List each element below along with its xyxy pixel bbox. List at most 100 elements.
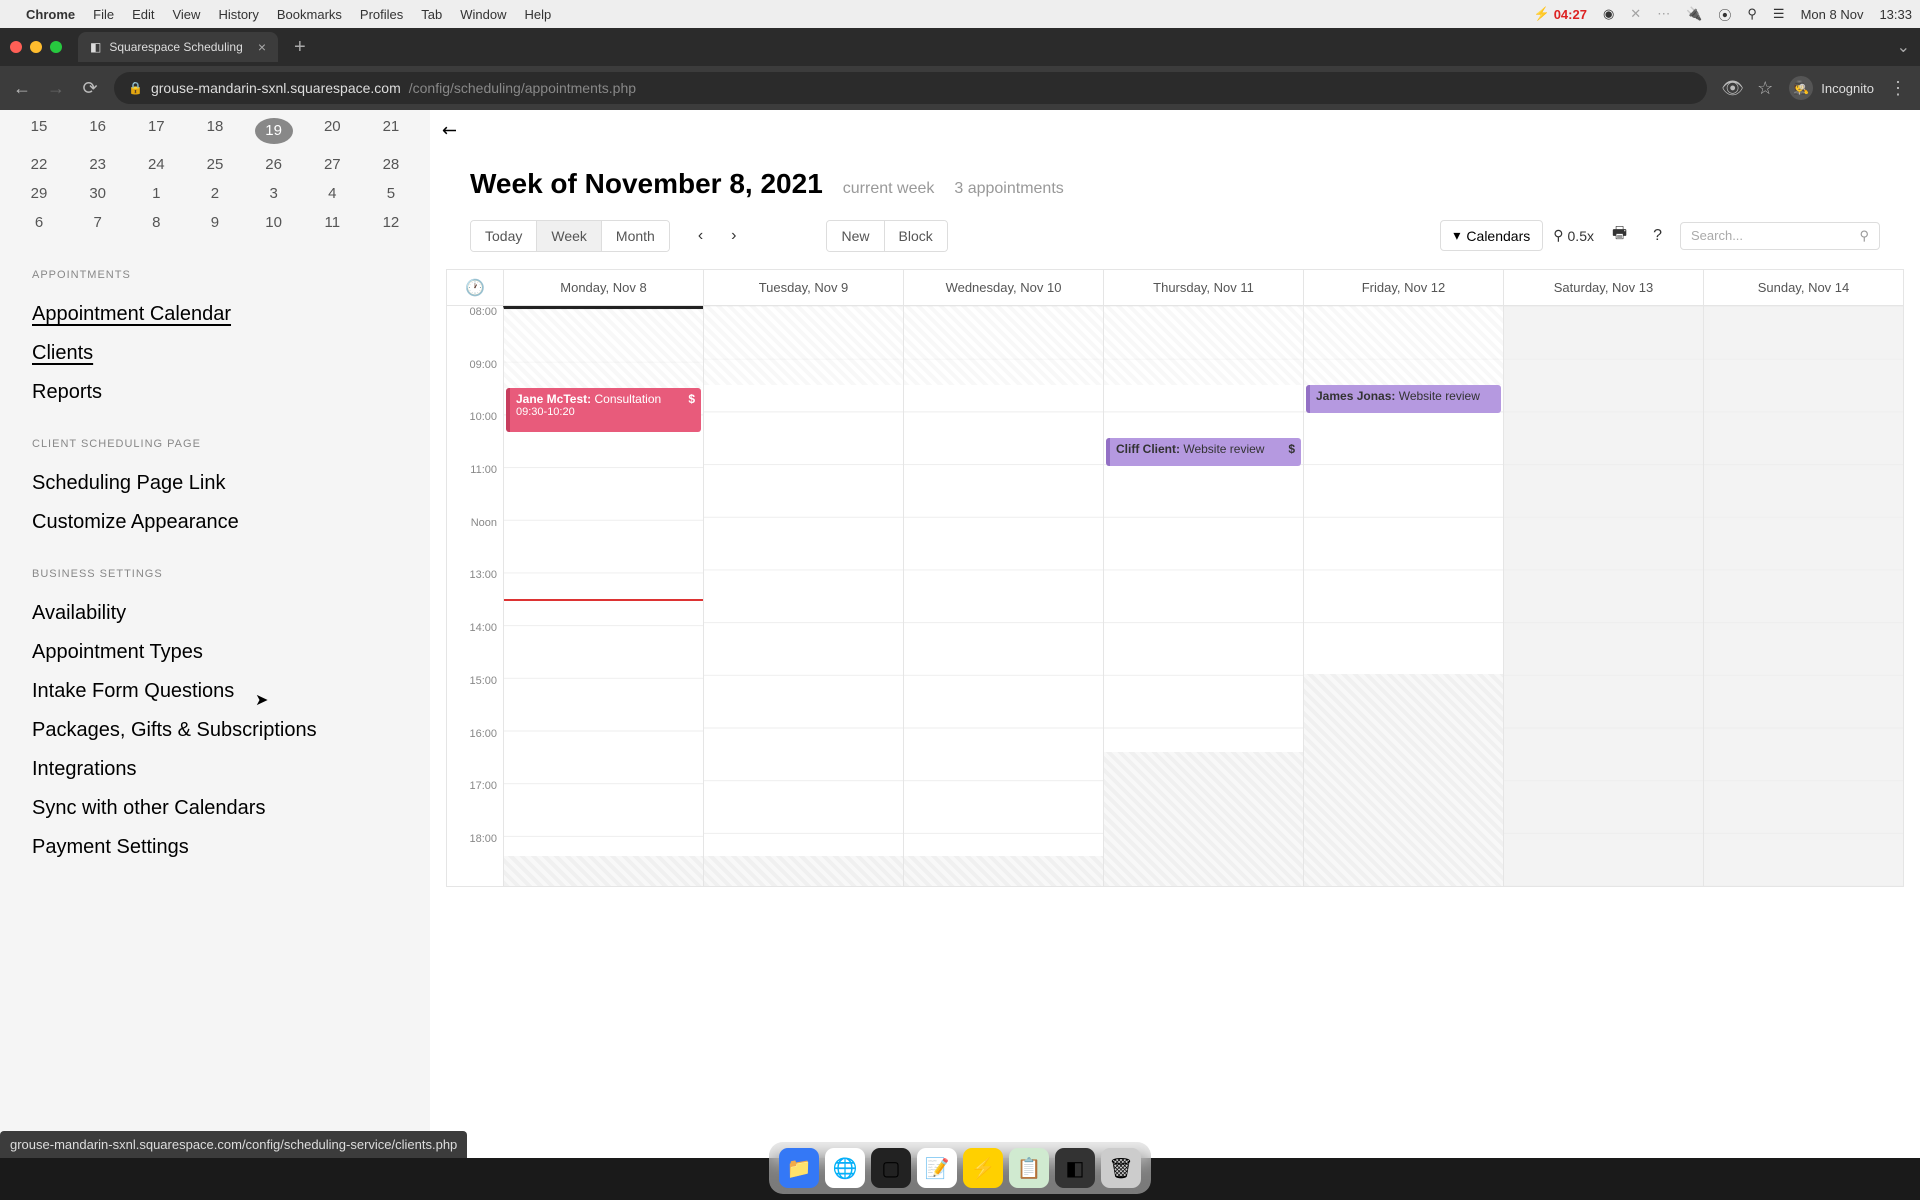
dock-finder[interactable]: 📁 bbox=[779, 1148, 819, 1188]
new-button[interactable]: New bbox=[827, 221, 884, 251]
day-column[interactable]: Jane McTest: Consultation$09:30-10:20 bbox=[503, 306, 703, 886]
wifi-icon[interactable]: ⦿ bbox=[1718, 5, 1731, 24]
menu-history[interactable]: History bbox=[218, 7, 258, 22]
mini-cal-day[interactable]: 30 bbox=[79, 185, 117, 202]
calendar-event[interactable]: James Jonas: Website review bbox=[1306, 385, 1501, 413]
zoom-control[interactable]: ⚲ 0.5x bbox=[1553, 227, 1594, 244]
reload-button[interactable]: ⟳ bbox=[80, 78, 100, 99]
sidebar-item[interactable]: Packages, Gifts & Subscriptions bbox=[0, 711, 430, 750]
mini-cal-day[interactable]: 15 bbox=[20, 118, 58, 144]
dock-notes[interactable]: 📝 bbox=[917, 1148, 957, 1188]
mini-cal-day[interactable]: 5 bbox=[372, 185, 410, 202]
day-column[interactable] bbox=[1503, 306, 1703, 886]
status-icon-1[interactable]: ◉ bbox=[1603, 6, 1614, 22]
mini-cal-day[interactable]: 29 bbox=[20, 185, 58, 202]
mini-cal-day[interactable]: 28 bbox=[372, 156, 410, 173]
new-tab-button[interactable]: + bbox=[286, 36, 314, 59]
mini-cal-day[interactable]: 22 bbox=[20, 156, 58, 173]
status-icon-3[interactable]: ⋯ bbox=[1657, 6, 1670, 22]
dock-terminal[interactable]: ▢ bbox=[871, 1148, 911, 1188]
day-column[interactable] bbox=[903, 306, 1103, 886]
dock-app-1[interactable]: ⚡ bbox=[963, 1148, 1003, 1188]
menubar-clock[interactable]: 13:33 bbox=[1879, 7, 1912, 22]
mini-cal-day[interactable]: 19 bbox=[255, 118, 293, 144]
control-center-icon[interactable]: ☰ bbox=[1773, 6, 1785, 22]
sidebar-item[interactable]: Availability bbox=[0, 594, 430, 633]
browser-tab[interactable]: ◧ Squarespace Scheduling × bbox=[78, 32, 278, 62]
sidebar-item[interactable]: Customize Appearance bbox=[0, 503, 430, 542]
mini-cal-day[interactable]: 2 bbox=[196, 185, 234, 202]
dock-trash[interactable]: 🗑 bbox=[1101, 1148, 1141, 1188]
help-icon[interactable]: ? bbox=[1645, 223, 1670, 249]
mini-cal-day[interactable]: 25 bbox=[196, 156, 234, 173]
mini-cal-day[interactable]: 21 bbox=[372, 118, 410, 144]
print-icon[interactable]: 🖶 bbox=[1604, 218, 1635, 253]
menu-bookmarks[interactable]: Bookmarks bbox=[277, 7, 342, 22]
mini-cal-day[interactable]: 1 bbox=[137, 185, 175, 202]
window-maximize[interactable] bbox=[50, 41, 62, 53]
today-button[interactable]: Today bbox=[471, 221, 537, 251]
mini-cal-day[interactable]: 17 bbox=[137, 118, 175, 144]
calendar-event[interactable]: Cliff Client: Website review$ bbox=[1106, 438, 1301, 466]
tabs-chevron-icon[interactable]: ⌄ bbox=[1897, 37, 1910, 57]
dock-app-3[interactable]: ◧ bbox=[1055, 1148, 1095, 1188]
star-icon[interactable]: ☆ bbox=[1755, 78, 1775, 99]
sidebar-item[interactable]: Intake Form Questions bbox=[0, 672, 430, 711]
dock-chrome[interactable]: 🌐 bbox=[825, 1148, 865, 1188]
window-minimize[interactable] bbox=[30, 41, 42, 53]
mini-cal-day[interactable]: 18 bbox=[196, 118, 234, 144]
mini-cal-day[interactable]: 23 bbox=[79, 156, 117, 173]
sidebar-item[interactable]: Clients bbox=[0, 334, 430, 373]
month-button[interactable]: Month bbox=[602, 221, 669, 251]
mini-cal-day[interactable]: 27 bbox=[313, 156, 351, 173]
menu-window[interactable]: Window bbox=[460, 7, 506, 22]
menu-tab[interactable]: Tab bbox=[421, 7, 442, 22]
menu-edit[interactable]: Edit bbox=[132, 7, 154, 22]
sidebar-item[interactable]: Appointment Types bbox=[0, 633, 430, 672]
mini-cal-day[interactable]: 3 bbox=[255, 185, 293, 202]
menubar-date[interactable]: Mon 8 Nov bbox=[1801, 7, 1864, 22]
incognito-indicator[interactable]: 🕵 Incognito bbox=[1789, 76, 1874, 100]
mini-cal-day[interactable]: 12 bbox=[372, 214, 410, 231]
search-input[interactable]: Search... ⚲ bbox=[1680, 222, 1880, 250]
menubar-app[interactable]: Chrome bbox=[26, 7, 75, 22]
mini-cal-day[interactable]: 9 bbox=[196, 214, 234, 231]
mini-cal-day[interactable]: 7 bbox=[79, 214, 117, 231]
mini-cal-day[interactable]: 11 bbox=[313, 214, 351, 231]
battery-indicator[interactable]: ⚡04:27 bbox=[1534, 6, 1587, 22]
calendar-body[interactable]: 08:0009:0010:0011:00Noon13:0014:0015:001… bbox=[447, 306, 1903, 886]
forward-button[interactable]: → bbox=[46, 78, 66, 99]
day-column[interactable]: James Jonas: Website review bbox=[1303, 306, 1503, 886]
power-icon[interactable]: 🔌 bbox=[1686, 6, 1702, 22]
calendar-event[interactable]: Jane McTest: Consultation$09:30-10:20 bbox=[506, 388, 701, 432]
day-column[interactable]: Cliff Client: Website review$ bbox=[1103, 306, 1303, 886]
status-icon-2[interactable]: ✕ bbox=[1630, 6, 1641, 22]
mini-cal-day[interactable]: 8 bbox=[137, 214, 175, 231]
menu-view[interactable]: View bbox=[172, 7, 200, 22]
mini-calendar[interactable]: 1516171819202122232425262728293012345678… bbox=[0, 110, 430, 263]
omnibox[interactable]: 🔒 grouse-mandarin-sxnl.squarespace.com/c… bbox=[114, 72, 1707, 104]
spotlight-icon[interactable]: ⚲ bbox=[1747, 6, 1757, 22]
sidebar-item[interactable]: Sync with other Calendars bbox=[0, 789, 430, 828]
dock-app-2[interactable]: 📋 bbox=[1009, 1148, 1049, 1188]
sidebar-item[interactable]: Integrations bbox=[0, 750, 430, 789]
menu-help[interactable]: Help bbox=[525, 7, 552, 22]
mini-cal-day[interactable]: 10 bbox=[255, 214, 293, 231]
back-button[interactable]: ← bbox=[12, 78, 32, 99]
window-close[interactable] bbox=[10, 41, 22, 53]
day-column[interactable] bbox=[1703, 306, 1903, 886]
day-column[interactable] bbox=[703, 306, 903, 886]
mini-cal-day[interactable]: 16 bbox=[79, 118, 117, 144]
block-button[interactable]: Block bbox=[885, 221, 947, 251]
sidebar-item[interactable]: Reports bbox=[0, 373, 430, 412]
mini-cal-day[interactable]: 24 bbox=[137, 156, 175, 173]
menu-file[interactable]: File bbox=[93, 7, 114, 22]
sidebar-item[interactable]: Appointment Calendar bbox=[0, 295, 430, 334]
calendars-button[interactable]: ▾ Calendars bbox=[1440, 220, 1543, 251]
chrome-menu-icon[interactable]: ⋮ bbox=[1888, 78, 1908, 99]
week-button[interactable]: Week bbox=[537, 221, 602, 251]
next-week-icon[interactable]: › bbox=[721, 223, 746, 249]
mini-cal-day[interactable]: 4 bbox=[313, 185, 351, 202]
sidebar-item[interactable]: Scheduling Page Link bbox=[0, 464, 430, 503]
mini-cal-day[interactable]: 26 bbox=[255, 156, 293, 173]
